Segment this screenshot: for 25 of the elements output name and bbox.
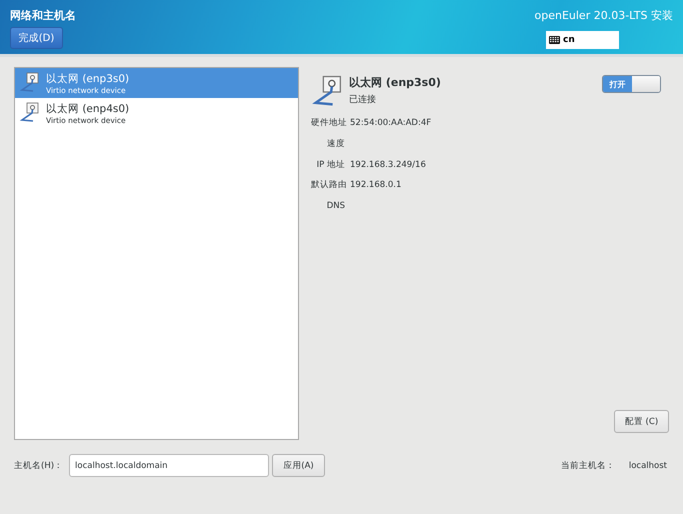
hostname-field[interactable]: localhost.localdomain (69, 454, 270, 477)
field-label: 硬件地址 (311, 117, 345, 130)
device-name: 以太网 (enp3s0) (46, 72, 130, 86)
current-hostname-label: 当前主机名： (560, 460, 615, 472)
connection-status: 已连接 (349, 94, 377, 106)
device-title: 以太网 (enp3s0) (349, 75, 441, 90)
current-hostname-value: localhost (628, 460, 667, 470)
hostname-label: 主机名(H)： (14, 460, 64, 472)
network-cable-icon (19, 102, 41, 124)
page-title: 网络和主机名 (10, 8, 76, 23)
field-label: 速度 (326, 138, 345, 151)
done-button[interactable]: 完成(D) (10, 27, 63, 49)
apply-button[interactable]: 应用(A) (272, 454, 326, 477)
network-cable-icon (19, 72, 41, 94)
keyboard-layout-field[interactable]: cn (546, 31, 619, 49)
field-value: 192.168.3.249/16 (350, 158, 427, 172)
configure-button[interactable]: 配置 (C) (614, 410, 669, 433)
device-name: 以太网 (enp4s0) (46, 102, 130, 116)
field-label: DNS (326, 200, 345, 214)
field-value: 192.168.0.1 (350, 179, 402, 192)
field-label: IP 地址 (316, 158, 345, 172)
field-label: 默认路由 (311, 179, 345, 192)
keyboard-icon (549, 36, 560, 44)
product-title: openEuler 20.03-LTS 安装 (534, 8, 673, 23)
field-value: 52:54:00:AA:AD:4F (350, 117, 432, 130)
